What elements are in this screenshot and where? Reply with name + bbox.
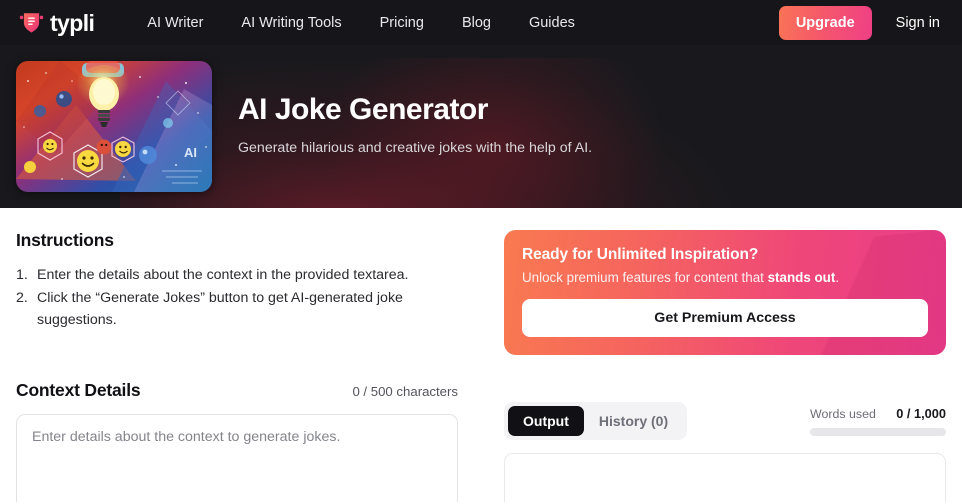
output-panel[interactable] (504, 453, 946, 502)
tab-history[interactable]: History (0) (584, 406, 683, 436)
context-details-title: Context Details (16, 380, 141, 400)
brand-name: typli (50, 10, 95, 36)
upgrade-button[interactable]: Upgrade (778, 5, 872, 40)
site-header: typli AI Writer AI Writing Tools Pricing… (0, 0, 962, 45)
nav-item-ai-writer[interactable]: AI Writer (128, 9, 222, 37)
right-column: Ready for Unlimited Inspiration? Unlock … (504, 230, 946, 502)
words-used-row: Words used 0 / 1,000 (810, 406, 946, 421)
words-used-progressbar (810, 428, 946, 436)
words-used-value: 0 / 1,000 (896, 406, 946, 421)
promo-subtitle-suffix: . (835, 270, 840, 285)
words-used-label: Words used (810, 407, 876, 421)
hero-thumbnail-image: AI (16, 61, 212, 192)
output-header: Output History (0) Words used 0 / 1,000 (504, 402, 946, 440)
instruction-step: Click the “Generate Jokes” button to get… (16, 287, 403, 328)
main-navigation: AI Writer AI Writing Tools Pricing Blog … (128, 9, 779, 37)
nav-item-ai-writing-tools[interactable]: AI Writing Tools (222, 9, 360, 37)
character-counter: 0 / 500 characters (352, 384, 458, 399)
left-column: Instructions Enter the details about the… (16, 230, 458, 502)
page-subtitle: Generate hilarious and creative jokes wi… (238, 140, 593, 157)
tab-output[interactable]: Output (508, 406, 584, 436)
brand-logo[interactable]: typli (18, 9, 95, 36)
promo-subtitle: Unlock premium features for content that… (522, 270, 928, 285)
header-actions: Upgrade Sign in (778, 5, 944, 40)
promo-title: Ready for Unlimited Inspiration? (522, 246, 759, 263)
get-premium-access-button[interactable]: Get Premium Access (522, 299, 928, 337)
promo-subtitle-strong: stands out (767, 270, 836, 285)
nav-item-guides[interactable]: Guides (510, 9, 594, 37)
instruction-step: Enter the details about the context in t… (16, 264, 409, 286)
promo-subtitle-prefix: Unlock premium features for content that (522, 270, 768, 285)
words-used-meter: Words used 0 / 1,000 (810, 406, 946, 436)
hero-banner: AI AI Joke Generator Generate hilarious … (0, 45, 962, 208)
nav-item-pricing[interactable]: Pricing (361, 9, 443, 37)
nav-item-blog[interactable]: Blog (443, 9, 510, 37)
context-header: Context Details 0 / 500 characters (16, 380, 458, 401)
sign-in-link[interactable]: Sign in (872, 9, 940, 37)
context-details-textarea[interactable] (16, 414, 458, 502)
svg-text:AI: AI (184, 145, 197, 160)
main-content: Instructions Enter the details about the… (0, 208, 962, 502)
premium-promo-banner: Ready for Unlimited Inspiration? Unlock … (504, 230, 946, 355)
instructions-list: Enter the details about the context in t… (16, 264, 458, 331)
output-tab-group: Output History (0) (504, 402, 688, 440)
instructions-title: Instructions (16, 230, 114, 250)
page-title: AI Joke Generator (238, 92, 488, 126)
typli-shield-icon (18, 9, 45, 36)
hero-copy: AI Joke Generator Generate hilarious and… (238, 93, 592, 161)
